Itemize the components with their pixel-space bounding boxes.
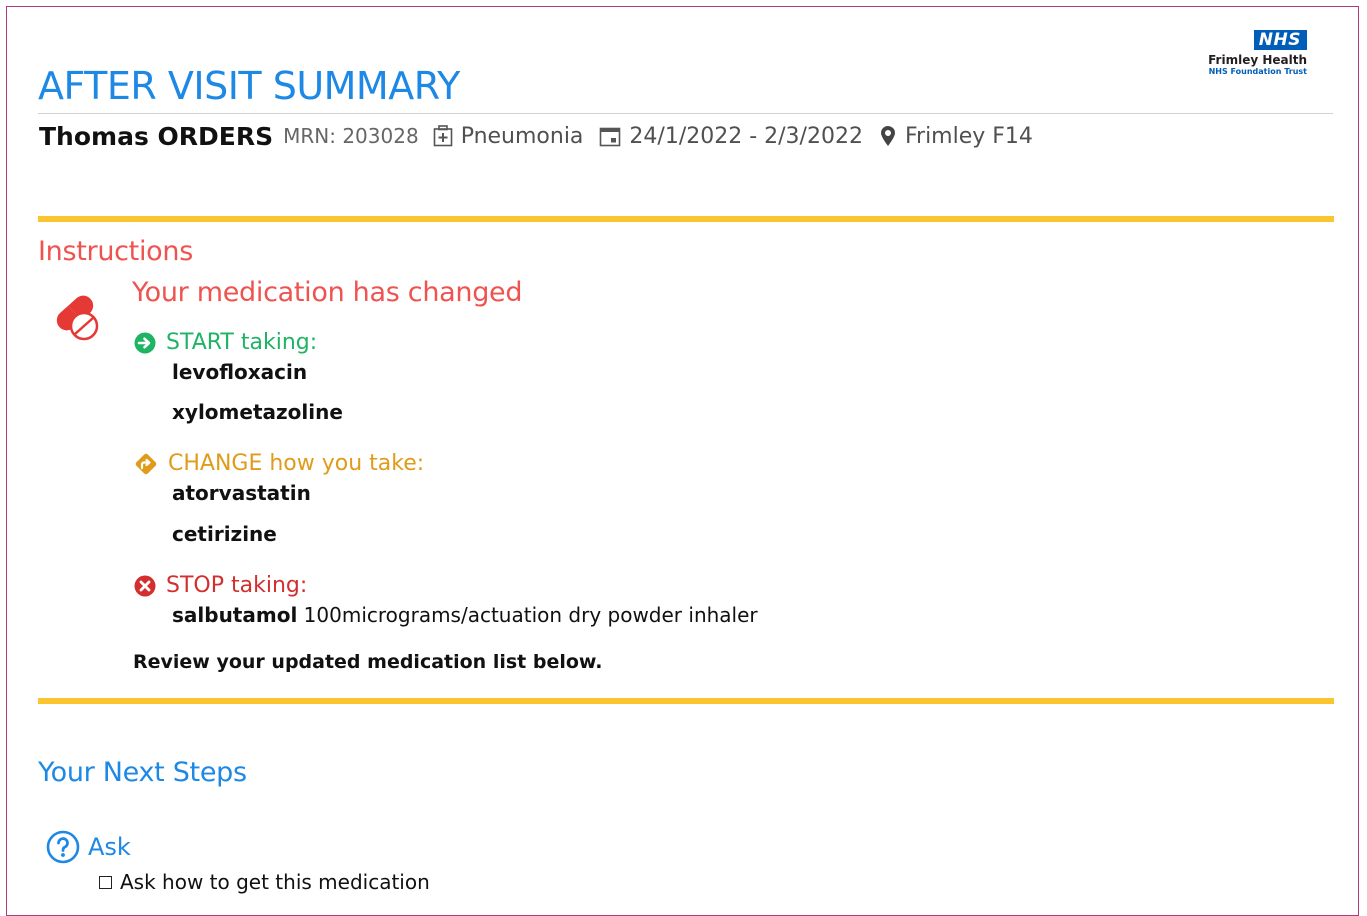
start-drug: levofloxacin: [172, 360, 308, 384]
nhs-badge: NHS: [1253, 30, 1307, 50]
diagnosis: Pneumonia: [433, 123, 584, 149]
pill-icon: [56, 295, 99, 341]
stop-taking-heading: STOP taking:: [134, 573, 307, 598]
next-steps-heading: Your Next Steps: [38, 757, 247, 788]
patient-bar: Thomas ORDERS MRN: 203028 Pneumonia 24/1…: [39, 118, 1049, 154]
review-note: Review your updated medication list belo…: [133, 651, 603, 673]
arrow-right-circle-icon: [134, 332, 156, 353]
trust-subtitle: NHS Foundation Trust: [1208, 67, 1307, 76]
start-taking-heading: START taking:: [134, 330, 317, 355]
location-pin-icon: [880, 126, 895, 146]
mrn: MRN: 203028: [283, 124, 419, 148]
change-drug: atorvastatin: [172, 481, 311, 505]
patient-name: Thomas ORDERS: [39, 121, 274, 151]
trust-name: Frimley Health: [1208, 53, 1307, 67]
checkbox[interactable]: [99, 875, 112, 889]
stop-drug-name: salbutamol: [172, 603, 298, 627]
diagnosis-text: Pneumonia: [460, 123, 584, 149]
nhs-logo: NHS Frimley Health NHS Foundation Trust: [1195, 30, 1307, 77]
location: Frimley F14: [879, 124, 1033, 149]
ask-item-text: Ask how to get this medication: [120, 870, 430, 894]
stop-drug-detail: 100micrograms/actuation dry powder inhal…: [303, 603, 758, 627]
hospital-icon: [433, 125, 452, 147]
page-title: AFTER VISIT SUMMARY: [38, 64, 460, 108]
location-text: Frimley F14: [904, 123, 1033, 149]
start-drug: xylometazoline: [172, 400, 343, 424]
change-drug: cetirizine: [172, 522, 277, 546]
visit-dates: 24/1/2022 - 2/3/2022: [599, 124, 863, 149]
stop-taking-label: STOP taking:: [166, 573, 308, 598]
ask-heading: Ask: [46, 830, 131, 864]
turn-diamond-icon: [135, 453, 157, 474]
section-divider: [38, 698, 1334, 704]
ask-label: Ask: [88, 833, 131, 861]
stop-drug: salbutamol 100micrograms/actuation dry p…: [172, 603, 758, 627]
medication-changed-title: Your medication has changed: [132, 277, 523, 308]
section-divider: [38, 216, 1334, 222]
instructions-heading: Instructions: [38, 236, 193, 267]
visit-dates-text: 24/1/2022 - 2/3/2022: [629, 123, 863, 149]
x-circle-icon: [134, 575, 156, 596]
ask-checklist-item[interactable]: Ask how to get this medication: [99, 870, 430, 894]
change-taking-label: CHANGE how you take:: [168, 451, 425, 476]
title-divider: [38, 113, 1333, 114]
calendar-icon: [600, 127, 621, 147]
question-circle-icon: [46, 830, 80, 864]
start-taking-label: START taking:: [166, 330, 318, 355]
change-taking-heading: CHANGE how you take:: [134, 451, 424, 476]
